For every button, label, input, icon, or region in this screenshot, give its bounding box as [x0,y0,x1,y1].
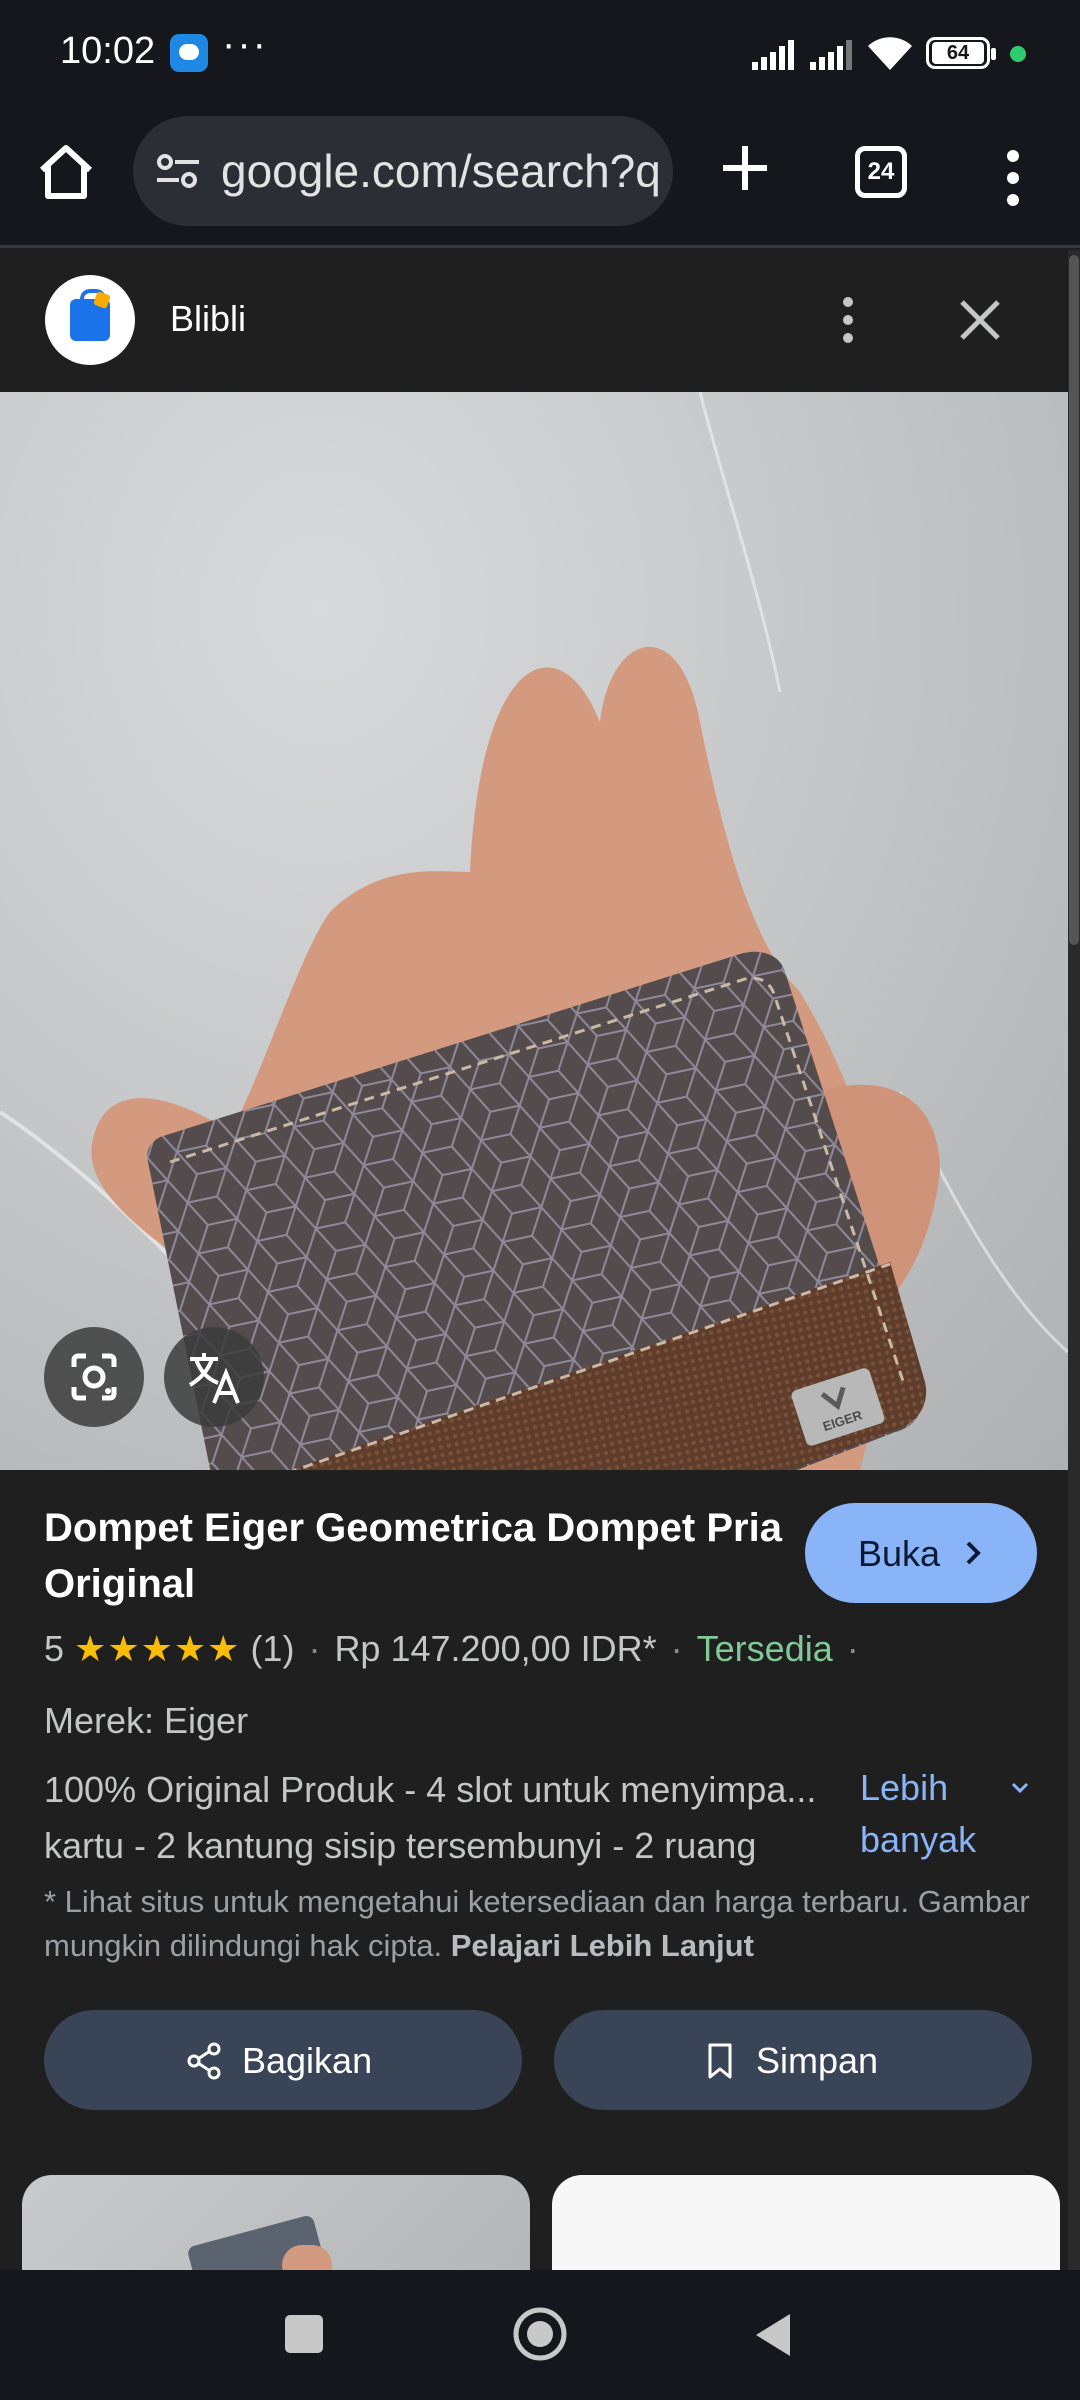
close-icon[interactable] [950,290,1010,350]
more-link-line[interactable]: banyak [860,1814,976,1866]
share-button-label: Bagikan [242,2040,373,2081]
description-line: 100% Original Produk - 4 slot untuk meny… [44,1769,817,1810]
rating-value: 5 [44,1628,65,1669]
status-bar: 10:02 ··· 64 [0,0,1080,108]
more-link[interactable]: Lebih banyak [860,1762,976,1866]
chevron-down-icon[interactable] [1005,1778,1035,1798]
translate-button[interactable] [164,1327,264,1427]
home-circle-icon[interactable] [510,2304,570,2364]
recents-button[interactable] [285,2315,323,2353]
product-description: 100% Original Produk - 4 slot untuk meny… [44,1762,854,1874]
tab-switcher-button[interactable]: 24 [855,146,907,198]
more-link-line[interactable]: Lebih [860,1762,976,1814]
system-navigation-bar [0,2270,1080,2400]
cellular-signal-2-icon [810,40,852,70]
bookmark-icon [708,2043,732,2079]
rating-stars-icon: ★★★★★ [74,1628,241,1669]
share-button[interactable]: Bagikan [44,2010,522,2110]
product-title[interactable]: Dompet Eiger Geometrica Dompet Pria Orig… [44,1500,784,1612]
back-triangle-icon[interactable] [752,2310,794,2360]
url-text[interactable]: google.com/search?q [221,144,661,198]
new-tab-icon[interactable] [712,128,778,208]
blibli-logo[interactable] [45,275,135,365]
more-options-icon[interactable] [830,290,866,350]
status-time: 10:02 [60,30,156,72]
home-icon[interactable] [30,136,102,208]
battery-level: 64 [932,42,984,64]
messenger-notification-icon [170,34,208,72]
related-image-card[interactable] [22,2175,530,2275]
privacy-indicator-dot [1010,46,1026,62]
wifi-icon [868,37,912,70]
learn-more-link[interactable]: Pelajari Lebih Lanjut [451,1928,754,1963]
wallet-photo: EIGER [0,392,1068,1470]
more-notifications-icon: ··· [222,22,268,66]
share-icon [187,2042,221,2080]
availability-status: Tersedia [696,1628,833,1669]
address-bar[interactable]: google.com/search?q [133,116,673,226]
browser-toolbar: google.com/search?q 24 [0,108,1080,248]
product-image[interactable]: EIGER [0,392,1068,1470]
price: Rp 147.200,00 IDR* [334,1628,657,1669]
related-image-card[interactable] [552,2175,1060,2275]
open-button[interactable]: Buka [805,1503,1037,1603]
product-meta: 5 ★★★★★ (1) · Rp 147.200,00 IDR* · Tersedia · [44,1628,859,1669]
overflow-menu-icon[interactable] [990,138,1036,218]
scrollbar-thumb[interactable] [1069,255,1079,945]
source-header: Blibli [0,250,1068,390]
save-button-label: Simpan [756,2040,879,2081]
brand-label: Merek: Eiger [44,1700,249,1741]
disclaimer: * Lihat situs untuk mengetahui ketersedi… [44,1880,1054,1968]
cellular-signal-icon [752,40,794,70]
chevron-right-icon [966,1541,981,1565]
description-line: kartu - 2 kantung sisip tersembunyi - 2 … [44,1825,757,1866]
lens-icon [71,1353,117,1401]
save-button[interactable]: Simpan [554,2010,1032,2110]
google-lens-button[interactable] [44,1327,144,1427]
review-count: (1) [250,1628,295,1669]
battery-icon: 64 [926,37,996,69]
site-settings-icon[interactable] [153,146,203,196]
source-name[interactable]: Blibli [170,298,246,340]
open-button-label: Buka [858,1533,941,1574]
translate-icon [188,1353,240,1404]
